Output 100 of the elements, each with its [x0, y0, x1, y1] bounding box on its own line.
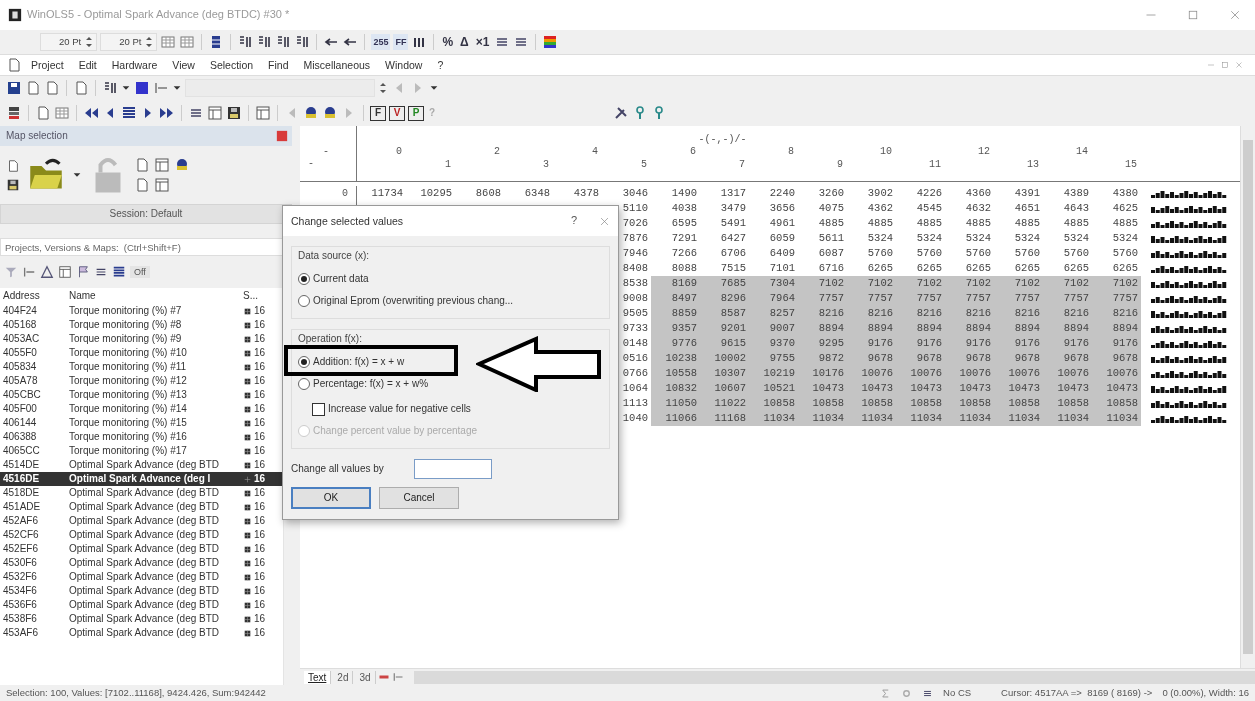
- map-list-row[interactable]: 452EF6 Optimal Spark Advance (deg BTD 16: [0, 542, 283, 556]
- columns-icon[interactable]: [237, 34, 254, 50]
- dialog-button[interactable]: OK: [291, 487, 371, 509]
- document-icon[interactable]: [6, 158, 20, 174]
- option-label[interactable]: Current data: [313, 273, 369, 285]
- column-header[interactable]: 2: [455, 146, 504, 159]
- view-tab[interactable]: 3d: [355, 670, 376, 684]
- list-icon[interactable]: [121, 105, 137, 121]
- toolbar-button[interactable]: V: [389, 105, 405, 121]
- input-field[interactable]: [413, 459, 492, 479]
- document-icon[interactable]: [73, 80, 89, 96]
- checkbox[interactable]: [312, 402, 325, 416]
- menu-item[interactable]: Window: [379, 58, 429, 72]
- column-header[interactable]: 5: [602, 159, 651, 172]
- double-left-arrow-icon[interactable]: [83, 105, 99, 121]
- toolbar-button[interactable]: 255: [371, 34, 391, 50]
- window-icon[interactable]: [154, 157, 170, 173]
- floppy-icon[interactable]: [6, 178, 20, 192]
- column-header[interactable]: 12: [945, 146, 994, 159]
- document-icon[interactable]: [134, 157, 150, 173]
- map-list-row[interactable]: 4055F0 Torque monitoring (%) #10 16: [0, 346, 283, 360]
- menu-item[interactable]: Edit: [72, 58, 103, 72]
- map-list-row[interactable]: 4530F6 Optimal Spark Advance (deg BTD 16: [0, 556, 283, 570]
- size-spinner[interactable]: 20 Pt: [40, 33, 98, 51]
- spinner-icon[interactable]: [378, 81, 388, 95]
- toolbar-button[interactable]: FF: [393, 34, 409, 50]
- dialog-button[interactable]: Cancel: [379, 487, 459, 509]
- menu-item[interactable]: ?: [431, 58, 450, 72]
- option-label[interactable]: Original Eprom (overwriting previous chang...: [313, 295, 514, 307]
- menu-item[interactable]: Miscellaneous: [297, 58, 377, 72]
- help-button[interactable]: ?: [570, 214, 577, 228]
- column-header[interactable]: Address: [3, 288, 69, 304]
- column-header[interactable]: 4: [553, 146, 602, 159]
- columns-icon[interactable]: [294, 34, 311, 50]
- square-icon[interactable]: [134, 80, 150, 96]
- map-list-row[interactable]: 4053AC Torque monitoring (%) #9 16: [0, 332, 283, 346]
- document-icon[interactable]: [134, 177, 150, 193]
- toolbar-button[interactable]: P: [408, 105, 424, 121]
- column-header[interactable]: 0: [357, 146, 406, 159]
- save-icon[interactable]: [6, 80, 22, 96]
- scrollbar[interactable]: [1240, 126, 1255, 668]
- radio-button[interactable]: [298, 273, 310, 285]
- map-list-row[interactable]: 406388 Torque monitoring (%) #16 16: [0, 430, 283, 444]
- window-icon[interactable]: [154, 177, 170, 193]
- map-list-row[interactable]: 406144 Torque monitoring (%) #15 16: [0, 416, 283, 430]
- size-spinner[interactable]: 20 Pt: [100, 33, 158, 51]
- menu-item[interactable]: View: [166, 58, 201, 72]
- menu-item[interactable]: Project: [25, 58, 70, 72]
- map-list-row[interactable]: 4534F6 Optimal Spark Advance (deg BTD 16: [0, 584, 283, 598]
- document-icon[interactable]: [35, 105, 51, 121]
- list-icon[interactable]: [112, 265, 126, 279]
- close-icon[interactable]: [1229, 9, 1241, 21]
- stack-icon[interactable]: [6, 105, 22, 121]
- column-header[interactable]: 15: [1092, 159, 1141, 172]
- toolbar-button[interactable]: ×1: [473, 34, 492, 50]
- column-header[interactable]: 6: [651, 146, 700, 159]
- map-list-row[interactable]: 4518DE Optimal Spark Advance (deg BTD 16: [0, 486, 283, 500]
- map-list-row[interactable]: 405834 Torque monitoring (%) #11 16: [0, 360, 283, 374]
- column-header[interactable]: S...: [243, 288, 283, 304]
- menu-item[interactable]: Hardware: [105, 58, 164, 72]
- toolbar-button[interactable]: F: [370, 105, 386, 121]
- map-list-row[interactable]: 405CBC Torque monitoring (%) #13 16: [0, 388, 283, 402]
- map-list-row[interactable]: 4538F6 Optimal Spark Advance (deg BTD 16: [0, 612, 283, 626]
- floppy-icon[interactable]: [226, 105, 242, 121]
- option-label[interactable]: Increase value for negative cells: [328, 403, 471, 415]
- option-label[interactable]: Percentage: f(x) = x + w%: [313, 378, 429, 390]
- column-header[interactable]: 10: [847, 146, 896, 159]
- radio-button[interactable]: [298, 356, 310, 368]
- triangle-icon[interactable]: [40, 265, 54, 279]
- stripes-icon[interactable]: [542, 34, 559, 50]
- map-list-row[interactable]: 451ADE Optimal Spark Advance (deg BTD 16: [0, 500, 283, 514]
- bar-icon[interactable]: [22, 265, 36, 279]
- menu-item[interactable]: Selection: [203, 58, 260, 72]
- map-list-row[interactable]: 453AF6 Optimal Spark Advance (deg BTD 16: [0, 626, 283, 640]
- document-icon[interactable]: [44, 80, 60, 96]
- menu-item[interactable]: Find: [262, 58, 295, 72]
- filter-toggle[interactable]: Off: [130, 265, 150, 279]
- radio-button[interactable]: [298, 295, 310, 307]
- flag-icon[interactable]: [76, 265, 90, 279]
- window-icon[interactable]: [255, 105, 271, 121]
- column-header[interactable]: 9: [798, 159, 847, 172]
- double-right-arrow-icon[interactable]: [159, 105, 175, 121]
- column-header[interactable]: 3: [504, 159, 553, 172]
- map-list-row[interactable]: 4065CC Torque monitoring (%) #17 16: [0, 444, 283, 458]
- column-header[interactable]: 7: [700, 159, 749, 172]
- map-list-row[interactable]: 4532F6 Optimal Spark Advance (deg BTD 16: [0, 570, 283, 584]
- view-tab[interactable]: Text: [304, 670, 332, 684]
- column-header[interactable]: Name: [69, 288, 243, 304]
- map-list-row[interactable]: 452AF6 Optimal Spark Advance (deg BTD 16: [0, 514, 283, 528]
- map-list-row[interactable]: 405A78 Torque monitoring (%) #12 16: [0, 374, 283, 388]
- window-icon[interactable]: [207, 105, 223, 121]
- radio-button[interactable]: [298, 378, 310, 390]
- columns-icon[interactable]: [256, 34, 273, 50]
- columns-icon[interactable]: [275, 34, 292, 50]
- toolbar-button[interactable]: Δ: [458, 34, 471, 50]
- map-list-row[interactable]: 452CF6 Optimal Spark Advance (deg BTD 16: [0, 528, 283, 542]
- columns-icon[interactable]: [102, 80, 118, 96]
- column-header[interactable]: 14: [1043, 146, 1092, 159]
- map-list-row[interactable]: 405168 Torque monitoring (%) #8 16: [0, 318, 283, 332]
- column-header[interactable]: 8: [749, 146, 798, 159]
